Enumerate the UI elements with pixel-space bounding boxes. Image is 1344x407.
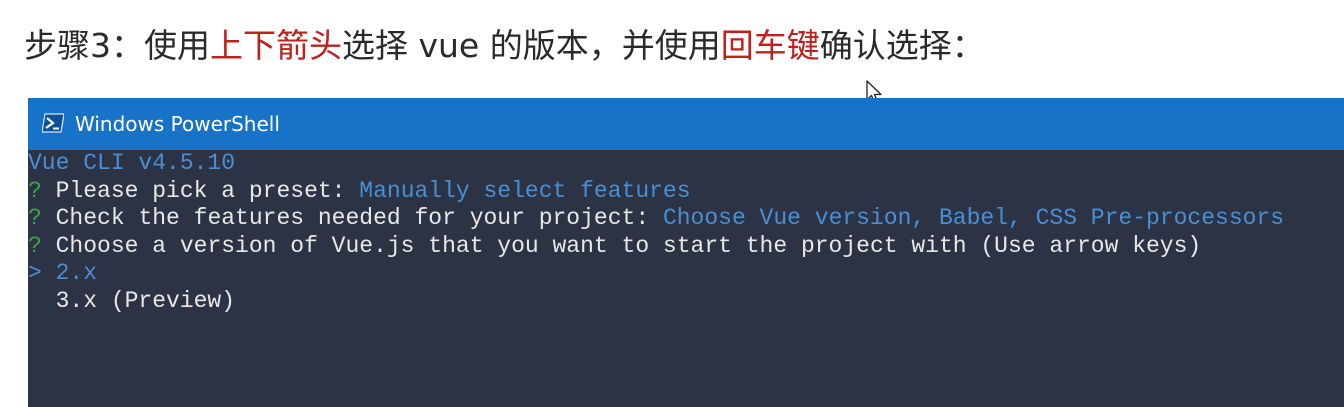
instruction-highlight-arrow-keys: 上下箭头 bbox=[210, 26, 342, 65]
option-vue-2x[interactable]: > 2.x bbox=[28, 260, 1344, 288]
question-answer: Manually select features bbox=[359, 177, 691, 204]
question-text: Check the features needed for your proje… bbox=[55, 205, 663, 232]
page: 步骤3：使用上下箭头选择 vue 的版本，并使用回车键确认选择： Windows… bbox=[0, 0, 1344, 407]
powershell-icon bbox=[42, 113, 64, 133]
question-mark: ? bbox=[28, 177, 42, 204]
instruction-highlight-enter-key: 回车键 bbox=[720, 26, 820, 65]
instruction-text-2: 选择 vue 的版本，并使用 bbox=[342, 26, 721, 65]
option-label: 3.x (Preview) bbox=[55, 287, 236, 314]
question-mark: ? bbox=[28, 205, 42, 232]
instruction-text-1: 步骤3：使用 bbox=[24, 26, 210, 65]
question-answer: Choose Vue version, Babel, CSS Pre-proce… bbox=[662, 205, 1285, 232]
question-text: Please pick a preset: bbox=[55, 177, 360, 204]
instruction-text-3: 确认选择： bbox=[819, 26, 985, 65]
terminal-version-line: Vue CLI v4.5.10 bbox=[28, 150, 236, 176]
terminal-question-features: ? Check the features needed for your pro… bbox=[28, 205, 1344, 233]
window-title: Windows PowerShell bbox=[75, 112, 280, 136]
question-text: Choose a version of Vue.js that you want… bbox=[55, 232, 1202, 259]
question-mark: ? bbox=[28, 232, 42, 259]
terminal-output[interactable]: Vue CLI v4.5.10 ? Please pick a preset: … bbox=[28, 150, 1344, 407]
option-vue-3x[interactable]: 3.x (Preview) bbox=[28, 288, 1344, 316]
window-titlebar[interactable]: Windows PowerShell bbox=[28, 98, 1344, 150]
terminal-question-version: ? Choose a version of Vue.js that you wa… bbox=[28, 233, 1344, 261]
powershell-window[interactable]: Windows PowerShell Vue CLI v4.5.10 ? Ple… bbox=[28, 98, 1344, 407]
option-label: 2.x bbox=[55, 260, 98, 287]
terminal-question-preset: ? Please pick a preset: Manually select … bbox=[28, 178, 1344, 206]
instruction-heading: 步骤3：使用上下箭头选择 vue 的版本，并使用回车键确认选择： bbox=[24, 24, 985, 68]
selection-pointer-icon: > bbox=[28, 260, 42, 287]
